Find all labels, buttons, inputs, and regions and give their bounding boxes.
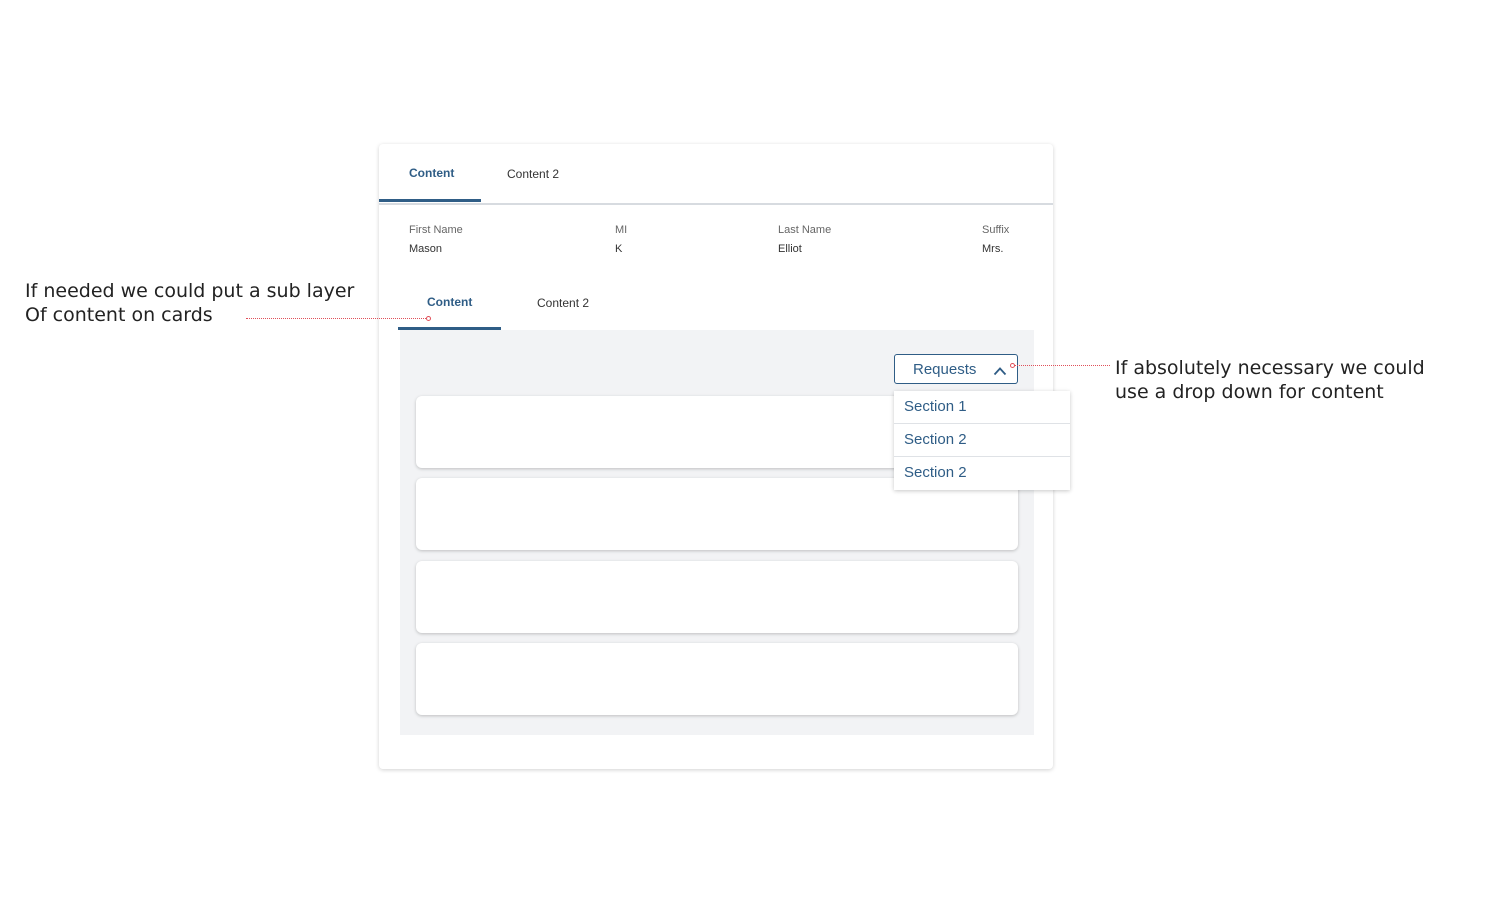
right-annotation: If absolutely necessary we could use a d… (1115, 356, 1425, 404)
mi-label: MI (615, 224, 628, 236)
content-card[interactable] (416, 561, 1018, 633)
first-name-value: Mason (409, 243, 443, 255)
requests-dropdown[interactable]: Requests (894, 354, 1018, 384)
last-name-value: Elliot (778, 243, 802, 255)
left-annotation-line-1: If needed we could put a sub layer (25, 280, 355, 302)
top-tab-bar: Content Content 2 (379, 144, 1053, 205)
menu-item-section-1[interactable]: Section 1 (894, 391, 1070, 424)
menu-item-section-2[interactable]: Section 2 (894, 457, 1070, 490)
tab-content[interactable]: Content (409, 166, 454, 180)
inner-tab-content[interactable]: Content (427, 295, 472, 309)
suffix-value: Mrs. (982, 243, 1004, 255)
right-leader-dot (1010, 363, 1015, 368)
content-card[interactable] (416, 643, 1018, 715)
inner-tab-bar: Content Content 2 (398, 284, 1034, 332)
left-annotation-line-2: Of content on cards (25, 304, 213, 326)
last-name-label: Last Name (778, 224, 832, 236)
requests-dropdown-menu: Section 1 Section 2 Section 2 (894, 391, 1070, 490)
right-annotation-line-2: use a drop down for content (1115, 381, 1384, 403)
first-name-label: First Name (409, 224, 463, 236)
suffix-label: Suffix (982, 224, 1010, 236)
right-leader-line (1015, 365, 1110, 366)
left-annotation: If needed we could put a sub layer Of co… (25, 279, 354, 327)
left-leader-dot (426, 316, 431, 321)
left-leader-line (246, 318, 426, 319)
menu-item-section-2[interactable]: Section 2 (894, 424, 1070, 457)
chevron-up-icon (993, 363, 1007, 380)
requests-dropdown-label: Requests (913, 361, 977, 378)
inner-tab-content-2[interactable]: Content 2 (537, 296, 589, 310)
mi-value: K (615, 243, 623, 255)
active-tab-indicator (379, 199, 481, 202)
sub-layer: Content Content 2 Requests (398, 284, 1034, 735)
canvas: Content Content 2 First Name Mason MI K … (0, 0, 1500, 912)
tab-content-2[interactable]: Content 2 (507, 167, 559, 181)
right-annotation-line-1: If absolutely necessary we could (1115, 357, 1425, 379)
